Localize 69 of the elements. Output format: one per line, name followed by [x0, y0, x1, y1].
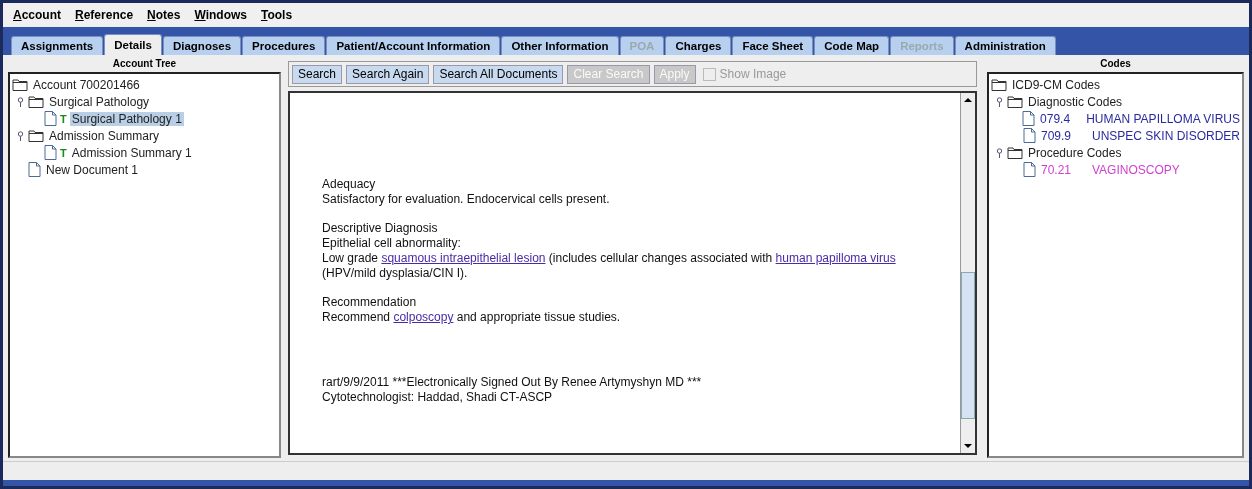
document-text: Descriptive Diagnosis [322, 221, 439, 236]
code-description[interactable]: UNSPEC SKIN DISORDER [1091, 128, 1240, 143]
folder-icon [991, 78, 1007, 91]
document-text: Recommend colposcopy and appropriate tissue studies. [322, 310, 622, 325]
tag-letter: T [60, 146, 67, 159]
folder-icon [28, 129, 44, 142]
document-text: Low grade squamous intraepithelial lesion (includes cellular changes associated with human papilloma virus [322, 251, 897, 266]
scrollbar[interactable] [960, 93, 975, 453]
scroll-thumb[interactable] [961, 272, 975, 419]
folder-icon [1007, 146, 1023, 159]
panel-title: Account Tree [111, 58, 178, 70]
tree-item[interactable]: Diagnostic Codes [1026, 94, 1125, 109]
code-number[interactable]: 70.21 [1041, 162, 1089, 177]
code-number[interactable]: 709.9 [1041, 128, 1089, 143]
expanded-handle-icon[interactable] [995, 147, 1004, 158]
term-link[interactable]: colposcopy [393, 310, 454, 324]
document-text: (HPV/mild dysplasia/CIN I). [322, 266, 469, 281]
document-text: Epithelial cell abnormality: [322, 236, 462, 251]
code-description[interactable]: VAGINOSCOPY [1092, 162, 1180, 177]
toolbar-button[interactable]: Search Again [346, 64, 430, 84]
tab[interactable]: Code Map [814, 36, 890, 55]
tab[interactable]: Patient/Account Information [326, 36, 501, 55]
tab[interactable]: Administration [954, 36, 1056, 55]
tree-item[interactable]: ICD9-CM Codes [1010, 77, 1103, 92]
expanded-handle-icon[interactable] [995, 96, 1004, 107]
expanded-handle-icon[interactable] [16, 130, 25, 141]
menu-item[interactable]: Reference [75, 8, 134, 22]
document-icon [1023, 162, 1036, 177]
menu-item[interactable]: Tools [261, 8, 293, 22]
tab[interactable]: Face Sheet [732, 36, 814, 55]
document-text: Recommendation [322, 295, 418, 310]
tree-item[interactable]: Account 700201466 [31, 77, 142, 92]
menu-item[interactable]: Windows [194, 8, 247, 22]
folder-icon [12, 78, 28, 91]
tree-item[interactable]: Procedure Codes [1026, 145, 1124, 160]
tab[interactable]: Procedures [242, 36, 326, 55]
tree-item[interactable]: Surgical Pathology [47, 94, 152, 109]
term-link[interactable]: squamous intraepithelial lesion [381, 251, 546, 265]
document-text: rart/9/9/2011 ***Electronically Signed Out By Renee Artymyshyn MD *** [322, 375, 703, 390]
tree-item[interactable]: New Document 1 [44, 162, 141, 177]
panel-title: Codes [1099, 58, 1132, 70]
document-text: Satisfactory for evaluation. Endocervical cells present. [322, 192, 611, 207]
code-description[interactable]: HUMAN PAPILLOMA VIRUS [1086, 111, 1240, 126]
tree-item[interactable]: Surgical Pathology 1 [69, 111, 184, 126]
document-icon [1023, 128, 1036, 143]
document-text: Cytotechnologist: Haddad, Shadi CT-ASCP [322, 390, 554, 405]
tab[interactable]: Charges [665, 36, 732, 55]
code-number[interactable]: 079.4 [1040, 111, 1084, 126]
tag-letter: T [60, 112, 67, 125]
document-icon [28, 162, 41, 177]
menu-item[interactable]: Notes [147, 8, 181, 22]
toolbar-button[interactable]: Search All Documents [433, 64, 564, 84]
checkbox-label: Show Image [719, 67, 787, 81]
term-link[interactable]: human papilloma virus [775, 251, 896, 265]
tree-item[interactable]: Admission Summary [47, 128, 162, 143]
tab[interactable]: Details [104, 34, 162, 55]
tab[interactable]: Diagnoses [162, 36, 242, 55]
document-text: Adequacy [322, 177, 377, 192]
document-icon [1022, 111, 1036, 126]
menu-item[interactable]: Account [13, 8, 61, 22]
toolbar-button[interactable]: Search [292, 64, 343, 84]
tree-item[interactable]: Admission Summary 1 [69, 145, 194, 160]
tab[interactable]: Assignments [11, 36, 104, 55]
document-icon [44, 111, 57, 126]
folder-icon [1007, 95, 1023, 108]
document-icon [44, 145, 57, 160]
expanded-handle-icon[interactable] [16, 96, 25, 107]
folder-icon [28, 95, 44, 108]
tab[interactable]: Other Information [501, 36, 619, 55]
